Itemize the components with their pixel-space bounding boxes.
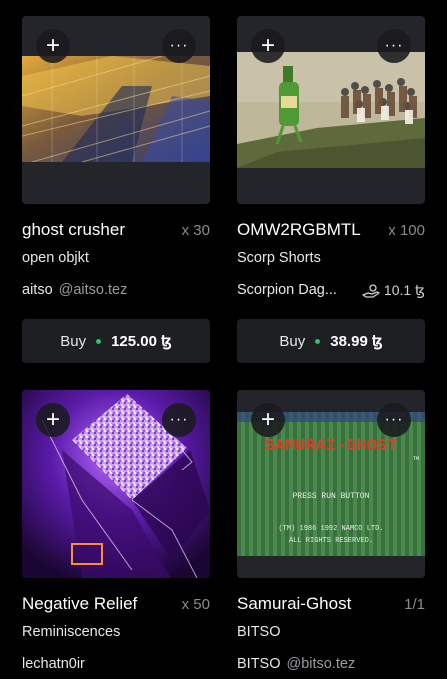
plus-icon: + [260, 32, 275, 59]
add-button[interactable]: + [36, 29, 70, 63]
creator-handle[interactable]: @aitso.tez [59, 282, 128, 298]
edition-count: x 30 [181, 222, 210, 239]
artwork-title[interactable]: Negative Relief [22, 594, 137, 614]
buy-button[interactable]: Buy 38.99 ꜩ [237, 319, 425, 363]
more-options-button[interactable]: ··· [377, 403, 411, 437]
collection-name[interactable]: BITSO [237, 624, 281, 640]
hand-coin-icon [362, 283, 380, 298]
buy-label: Buy [60, 332, 87, 350]
collection-name[interactable]: Reminiscences [22, 624, 120, 640]
more-options-button[interactable]: ··· [162, 403, 196, 437]
creator-name[interactable]: lechatn0ir [22, 656, 85, 672]
plus-icon: + [45, 32, 60, 59]
more-icon: ··· [384, 411, 404, 428]
collection-name[interactable]: Scorp Shorts [237, 250, 321, 266]
more-options-button[interactable]: ··· [377, 29, 411, 63]
edition-count: x 100 [388, 222, 425, 239]
edition-count: x 50 [181, 596, 210, 613]
more-icon: ··· [384, 37, 404, 54]
buy-label: Buy [279, 332, 306, 350]
creator[interactable]: aitso @aitso.tez [22, 282, 210, 298]
price: 125.00 ꜩ [111, 333, 172, 350]
add-button[interactable]: + [251, 29, 285, 63]
add-button[interactable]: + [251, 403, 285, 437]
add-button[interactable]: + [36, 403, 70, 437]
creator[interactable]: BITSO @bitso.tez [237, 656, 425, 672]
creator-handle[interactable]: @bitso.tez [287, 656, 356, 672]
artwork-image [237, 52, 425, 168]
more-icon: ··· [169, 37, 189, 54]
rights-text: ALL RIGHTS RESERVED. [289, 537, 373, 545]
status-dot [315, 338, 321, 344]
price: 38.99 ꜩ [330, 333, 383, 350]
artwork-title[interactable]: Samurai-Ghost [237, 594, 351, 614]
trademark-mark: TM [413, 456, 419, 462]
artwork-title[interactable]: OMW2RGBMTL [237, 220, 361, 240]
more-options-button[interactable]: ··· [162, 29, 196, 63]
more-icon: ··· [169, 411, 189, 428]
copyright-text: (TM) 1986 1992 NAMCO LTD. [278, 525, 383, 533]
edition-count: 1/1 [404, 596, 425, 613]
plus-icon: + [260, 406, 275, 433]
royalty-value: 10.1 ꜩ [383, 282, 425, 298]
creator-name[interactable]: BITSO [237, 656, 281, 672]
collection-name[interactable]: open objkt [22, 250, 89, 266]
artwork-image [22, 56, 210, 162]
artwork-title[interactable]: ghost crusher [22, 220, 125, 240]
creator-name[interactable]: Scorpion Dag... [237, 282, 337, 298]
game-logo-text: SAMURAI-GHOST [265, 437, 398, 456]
plus-icon: + [45, 406, 60, 433]
royalty: 10.1 ꜩ [362, 282, 425, 299]
creator[interactable]: lechatn0ir [22, 656, 210, 672]
creator-name[interactable]: aitso [22, 282, 53, 298]
press-run-text: PRESS RUN BUTTON [293, 492, 370, 501]
status-dot [96, 338, 102, 344]
buy-button[interactable]: Buy 125.00 ꜩ [22, 319, 210, 363]
